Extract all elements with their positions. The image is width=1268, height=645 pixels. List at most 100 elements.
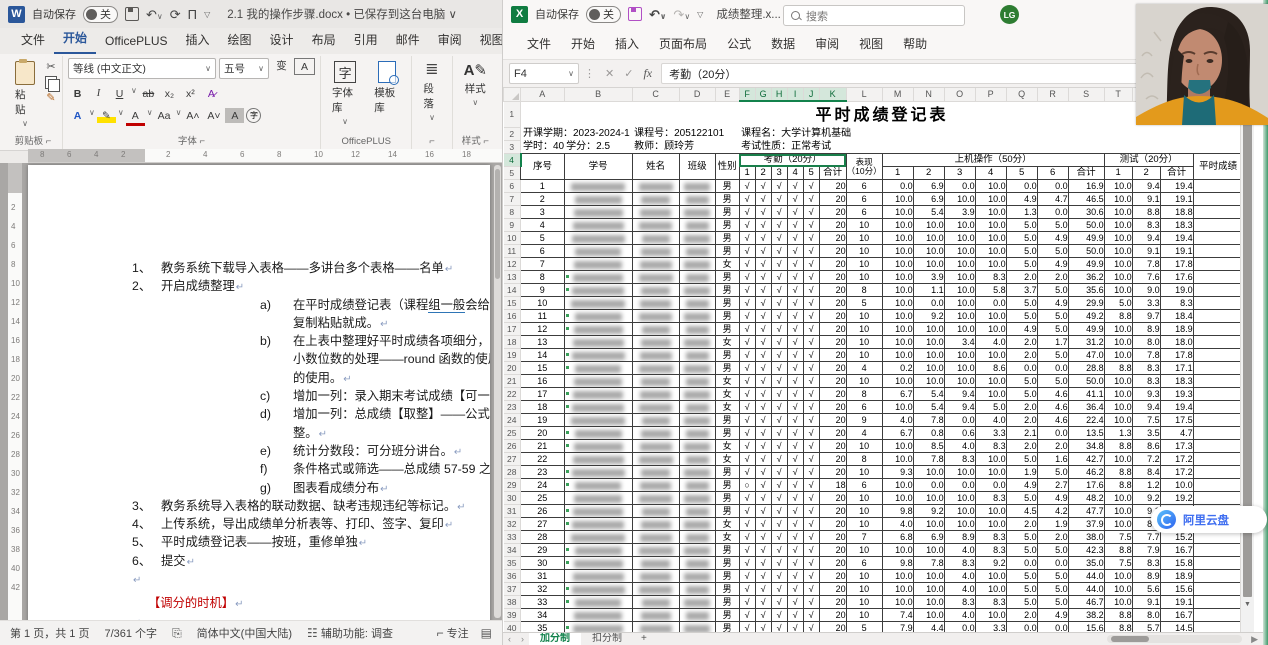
font-library-button[interactable]: 字 字体库 ∨: [326, 58, 364, 129]
row-header[interactable]: 5: [504, 167, 521, 180]
excel-tab-页面布局[interactable]: 页面布局: [649, 30, 717, 57]
sheet-tab-加分制[interactable]: 加分制: [529, 633, 581, 645]
row-header[interactable]: 25: [504, 427, 521, 440]
row-header[interactable]: 21: [504, 375, 521, 388]
student-row[interactable]: 2419男√√√√√2094.07.80.04.02.04.622.410.07…: [504, 414, 1244, 427]
styles-button[interactable]: A✎ 样式 ∨: [458, 58, 493, 110]
language-indicator[interactable]: 简体中文(中国大陆): [197, 625, 292, 641]
row-header[interactable]: 10: [504, 232, 521, 245]
word-document-title[interactable]: 2.1 我的操作步骤.docx • 已保存到这台电脑 ∨: [227, 6, 457, 22]
header-performance[interactable]: 表现（10分）: [846, 154, 882, 180]
character-border-icon[interactable]: A: [294, 58, 315, 75]
row-header[interactable]: 19: [504, 349, 521, 362]
hours-cell[interactable]: 学时：40: [521, 140, 565, 154]
column-header-R[interactable]: R: [1037, 88, 1068, 101]
student-row[interactable]: 3833男√√√√√201010.010.08.38.35.05.046.710…: [504, 596, 1244, 609]
student-row[interactable]: 2520男√√√√√2046.70.80.63.32.10.013.51.33.…: [504, 427, 1244, 440]
name-box[interactable]: F4∨: [509, 63, 579, 84]
proofing-icon[interactable]: ⎘: [172, 626, 182, 641]
row-header[interactable]: 36: [504, 570, 521, 583]
font-name-select[interactable]: 等线 (中文正文)∨: [68, 58, 216, 79]
subheader[interactable]: 1: [739, 167, 755, 180]
cancel-icon[interactable]: ✕: [600, 67, 619, 80]
undo-icon[interactable]: ↶∨: [146, 8, 163, 21]
student-row[interactable]: 2621女√√√√√201010.08.54.08.32.02.034.88.8…: [504, 440, 1244, 453]
undo-icon[interactable]: ↶∨: [649, 8, 666, 21]
enclose-characters-icon[interactable]: 字: [246, 108, 261, 123]
excel-tab-帮助[interactable]: 帮助: [893, 30, 937, 57]
student-row[interactable]: 2823男√√√√√20109.310.010.010.01.95.046.28…: [504, 466, 1244, 479]
column-header-M[interactable]: M: [882, 88, 913, 101]
clear-format-icon[interactable]: A̷: [202, 86, 221, 101]
row-header[interactable]: 12: [504, 258, 521, 271]
select-all-corner[interactable]: [504, 88, 521, 101]
student-row[interactable]: 3227女√√√√√20104.010.010.010.02.01.937.91…: [504, 518, 1244, 531]
sheet-title[interactable]: 平时成绩登记表: [521, 101, 1244, 127]
row-header[interactable]: 2: [504, 127, 521, 140]
row-header[interactable]: 15: [504, 297, 521, 310]
row-header[interactable]: 9: [504, 219, 521, 232]
student-row[interactable]: 83男√√√√√20610.05.43.910.01.30.030.610.08…: [504, 206, 1244, 219]
excel-tab-插入[interactable]: 插入: [605, 30, 649, 57]
student-row[interactable]: 127女√√√√√201010.010.010.010.05.04.949.91…: [504, 258, 1244, 271]
student-row[interactable]: 2722女√√√√√20810.07.88.310.05.01.642.710.…: [504, 453, 1244, 466]
column-header-B[interactable]: B: [564, 88, 632, 101]
account-avatar[interactable]: LG: [1000, 5, 1019, 24]
row-header[interactable]: 27: [504, 453, 521, 466]
accessibility-status[interactable]: ☷ 辅助功能: 调查: [307, 625, 393, 641]
template-library-button[interactable]: 模板库: [368, 58, 406, 118]
italic-button[interactable]: I: [89, 86, 108, 101]
word-tab-开始[interactable]: 开始: [54, 24, 96, 54]
student-row[interactable]: 1712男√√√√√201010.010.010.010.04.95.049.9…: [504, 323, 1244, 336]
equation-icon[interactable]: Π: [188, 8, 197, 21]
row-header[interactable]: 22: [504, 388, 521, 401]
student-row[interactable]: 3631男√√√√√201010.010.04.010.05.05.044.01…: [504, 570, 1244, 583]
word-tab-视图[interactable]: 视图: [471, 26, 502, 54]
paragraph-button[interactable]: ≣ 段落 ∨: [417, 58, 446, 125]
word-vertical-scrollbar[interactable]: [494, 165, 501, 618]
scroll-down-icon[interactable]: ▼: [1241, 599, 1254, 611]
redo-icon[interactable]: ↷∨: [673, 8, 690, 21]
column-header-I[interactable]: I: [787, 88, 803, 101]
header-name[interactable]: 姓名: [632, 154, 679, 180]
header-total[interactable]: 平时成绩: [1193, 154, 1243, 180]
word-tab-邮件[interactable]: 邮件: [387, 26, 429, 54]
quick-access-customize-icon[interactable]: ▽: [697, 10, 703, 19]
sheet-nav-right-icon[interactable]: ›: [516, 633, 529, 645]
excel-tab-视图[interactable]: 视图: [849, 30, 893, 57]
excel-tab-公式[interactable]: 公式: [717, 30, 761, 57]
shrink-font-icon[interactable]: A˅: [204, 108, 223, 123]
strikethrough-button[interactable]: ab: [139, 86, 158, 101]
row-header[interactable]: 6: [504, 180, 521, 193]
row-header[interactable]: 30: [504, 492, 521, 505]
column-header-C[interactable]: C: [632, 88, 679, 101]
column-header-D[interactable]: D: [679, 88, 715, 101]
phonetic-guide-icon[interactable]: 变: [272, 58, 291, 73]
excel-tab-文件[interactable]: 文件: [517, 30, 561, 57]
superscript-button[interactable]: x²: [181, 86, 200, 101]
student-row[interactable]: 1914男√√√√√201010.010.010.010.02.05.047.0…: [504, 349, 1244, 362]
column-header-N[interactable]: N: [913, 88, 944, 101]
enter-icon[interactable]: ✓: [619, 67, 638, 80]
cut-icon[interactable]: ✂: [45, 61, 57, 73]
row-header[interactable]: 4: [504, 154, 521, 167]
word-tab-绘图[interactable]: 绘图: [219, 26, 261, 54]
header-test[interactable]: 测试（20分）: [1104, 154, 1193, 167]
column-header-O[interactable]: O: [944, 88, 975, 101]
focus-mode-button[interactable]: ⌐ 专注: [437, 625, 469, 641]
student-row[interactable]: 2217女√√√√√2086.75.49.410.05.04.641.110.0…: [504, 388, 1244, 401]
header-sid[interactable]: 学号: [564, 154, 632, 180]
student-row[interactable]: 2015男√√√√√2040.210.010.08.60.00.028.88.8…: [504, 362, 1244, 375]
excel-vertical-scrollbar[interactable]: ▲ ▼: [1240, 88, 1254, 633]
column-header-E[interactable]: E: [715, 88, 739, 101]
horizontal-ruler[interactable]: 864224681012141618: [28, 149, 502, 163]
student-row[interactable]: 3429男√√√√√201010.010.04.08.35.05.042.38.…: [504, 544, 1244, 557]
student-row[interactable]: 2924男○√√√√18610.00.00.00.04.92.717.68.81…: [504, 479, 1244, 492]
excel-workbook-title[interactable]: 成绩整理.x... ∨: [716, 6, 792, 22]
word-tab-设计[interactable]: 设计: [261, 26, 303, 54]
change-case-icon[interactable]: Aa: [155, 108, 174, 123]
student-row[interactable]: 1813女√√√√√201010.010.03.44.02.01.731.210…: [504, 336, 1244, 349]
search-input[interactable]: 搜索: [783, 5, 965, 26]
text-effects-icon[interactable]: A: [68, 108, 87, 123]
excel-horizontal-scrollbar[interactable]: ▶: [1103, 633, 1263, 645]
